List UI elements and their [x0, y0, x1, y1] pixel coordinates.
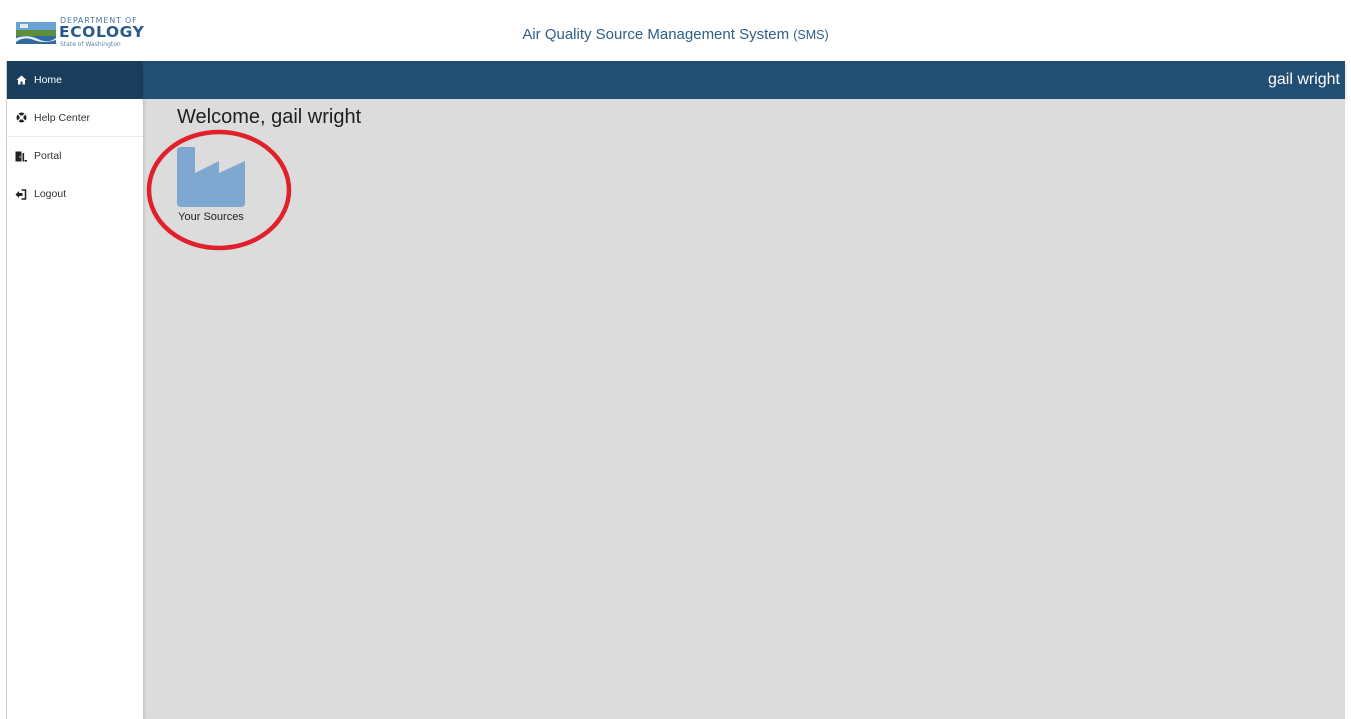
- sidebar-item-help-center[interactable]: Help Center: [7, 99, 143, 137]
- app-title: Air Quality Source Management System (SM…: [6, 26, 1345, 43]
- sidebar-item-label: Logout: [34, 188, 67, 200]
- user-name-link[interactable]: gail wright: [1268, 71, 1340, 89]
- logout-icon: [15, 188, 27, 200]
- sidebar-item-logout[interactable]: Logout: [7, 175, 143, 213]
- your-sources-tile[interactable]: Your Sources: [171, 147, 251, 227]
- tile-label: Your Sources: [178, 211, 244, 223]
- sidebar-item-portal[interactable]: Portal: [7, 137, 143, 175]
- main-content: Welcome, gail wright Your Sources: [143, 99, 1345, 719]
- sidebar-nav: Home Help Center Portal Logout: [7, 61, 143, 719]
- portal-icon: [15, 150, 27, 162]
- sidebar-item-label: Portal: [34, 150, 62, 162]
- home-icon: [15, 74, 27, 86]
- app-title-abbr: (SMS): [793, 28, 829, 42]
- life-ring-icon: [15, 112, 27, 124]
- top-header: DEPARTMENT OF ECOLOGY State of Washingto…: [6, 8, 1345, 61]
- app-title-text: Air Quality Source Management System: [522, 26, 790, 43]
- sidebar-item-label: Home: [34, 74, 63, 86]
- factory-icon: [177, 147, 245, 207]
- sidebar-item-label: Help Center: [34, 111, 91, 124]
- user-header-bar: gail wright: [143, 61, 1345, 99]
- sidebar-item-home[interactable]: Home: [7, 61, 143, 99]
- welcome-heading: Welcome, gail wright: [177, 106, 362, 128]
